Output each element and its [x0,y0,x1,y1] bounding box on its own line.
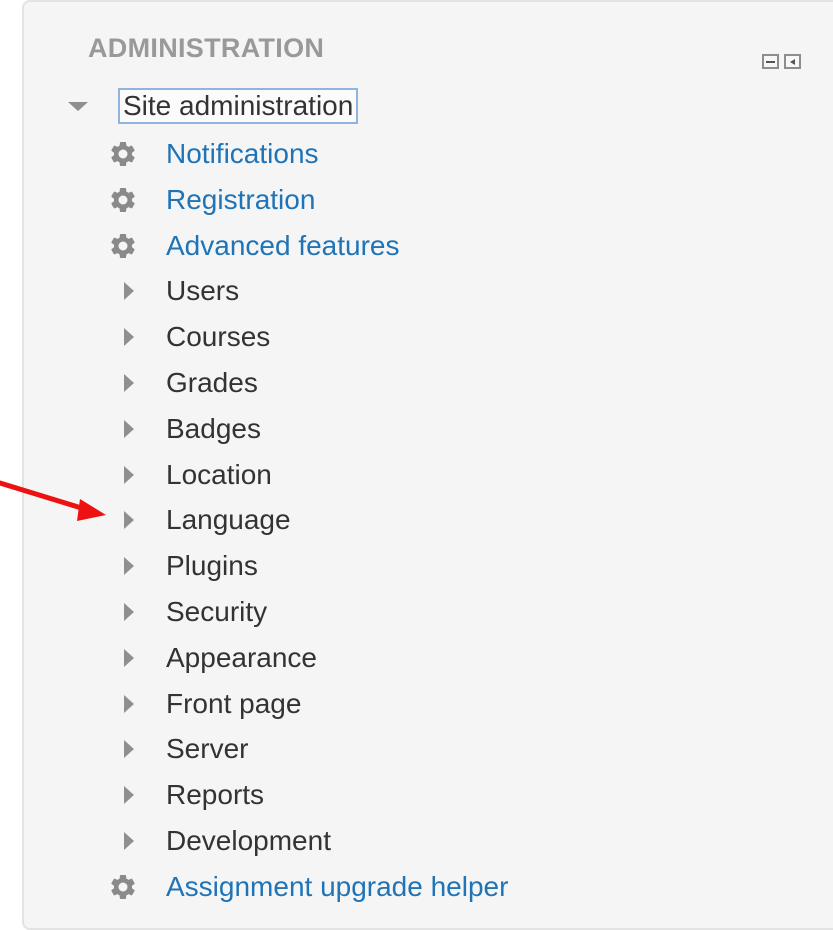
tree-item-server[interactable]: Server [108,729,248,769]
tree-item-label[interactable]: Users [166,275,239,307]
expand-arrow-icon[interactable] [124,694,134,713]
tree-item-link[interactable]: Assignment upgrade helper [166,871,508,903]
collapse-arrow-icon[interactable] [68,101,88,111]
expand-arrow-icon[interactable] [124,328,134,347]
gear-icon [108,180,148,220]
tree-item-reports[interactable]: Reports [108,775,264,815]
tree-item-plugins[interactable]: Plugins [108,546,258,586]
red-arrow-pointer [0,480,106,521]
expand-arrow-icon[interactable] [124,557,134,576]
expand-arrow-icon[interactable] [124,832,134,850]
tree-item-development[interactable]: Development [108,821,331,861]
site-administration-label[interactable]: Site administration [118,88,359,124]
expand-arrow-icon[interactable] [124,740,134,759]
tree-item-assignment-upgrade-helper[interactable]: Assignment upgrade helper [108,867,508,907]
tree-item-link[interactable]: Advanced features [166,230,400,262]
tree-item-label[interactable]: Plugins [166,550,258,582]
tree-item-label[interactable]: Front page [166,688,301,720]
gear-icon [108,226,148,266]
hide-block-button[interactable] [762,54,779,69]
tree-item-label[interactable]: Reports [166,779,264,811]
gear-icon [108,867,148,907]
tree-item-advanced-features[interactable]: Advanced features [108,226,400,266]
tree-item-front-page[interactable]: Front page [108,684,301,724]
tree-root-site-administration[interactable]: Site administration [64,86,359,126]
tree-item-label[interactable]: Language [166,504,291,536]
tree-item-appearance[interactable]: Appearance [108,638,317,678]
expand-arrow-icon[interactable] [124,282,134,301]
gear-icon [108,134,148,174]
tree-item-label[interactable]: Grades [166,367,258,399]
tree-item-badges[interactable]: Badges [108,409,261,449]
expand-arrow-icon[interactable] [124,419,134,438]
expand-arrow-icon[interactable] [124,648,134,667]
expand-arrow-icon[interactable] [124,786,134,805]
tree-item-label[interactable]: Server [166,733,248,765]
tree-item-security[interactable]: Security [108,592,267,632]
tree-item-label[interactable]: Badges [166,413,261,445]
expand-arrow-icon[interactable] [124,465,134,484]
tree-item-language[interactable]: Language [108,500,291,540]
tree-item-courses[interactable]: Courses [108,317,270,357]
expand-arrow-icon[interactable] [124,511,134,530]
tree-item-users[interactable]: Users [108,271,239,311]
tree-item-label[interactable]: Development [166,825,331,857]
tree-item-label[interactable]: Courses [166,321,270,353]
dock-block-button[interactable] [784,54,801,69]
tree-item-label[interactable]: Appearance [166,642,317,674]
block-title: ADMINISTRATION [88,33,325,63]
tree-item-link[interactable]: Notifications [166,138,319,170]
tree-item-grades[interactable]: Grades [108,363,258,403]
expand-arrow-icon[interactable] [124,603,134,621]
tree-item-location[interactable]: Location [108,455,272,495]
tree-item-registration[interactable]: Registration [108,180,315,220]
tree-item-label[interactable]: Location [166,459,272,491]
dock-arrow-icon [790,58,795,65]
tree-item-notifications[interactable]: Notifications [108,134,319,174]
expand-arrow-icon[interactable] [124,374,134,392]
tree-item-link[interactable]: Registration [166,184,315,216]
tree-item-label[interactable]: Security [166,596,267,628]
